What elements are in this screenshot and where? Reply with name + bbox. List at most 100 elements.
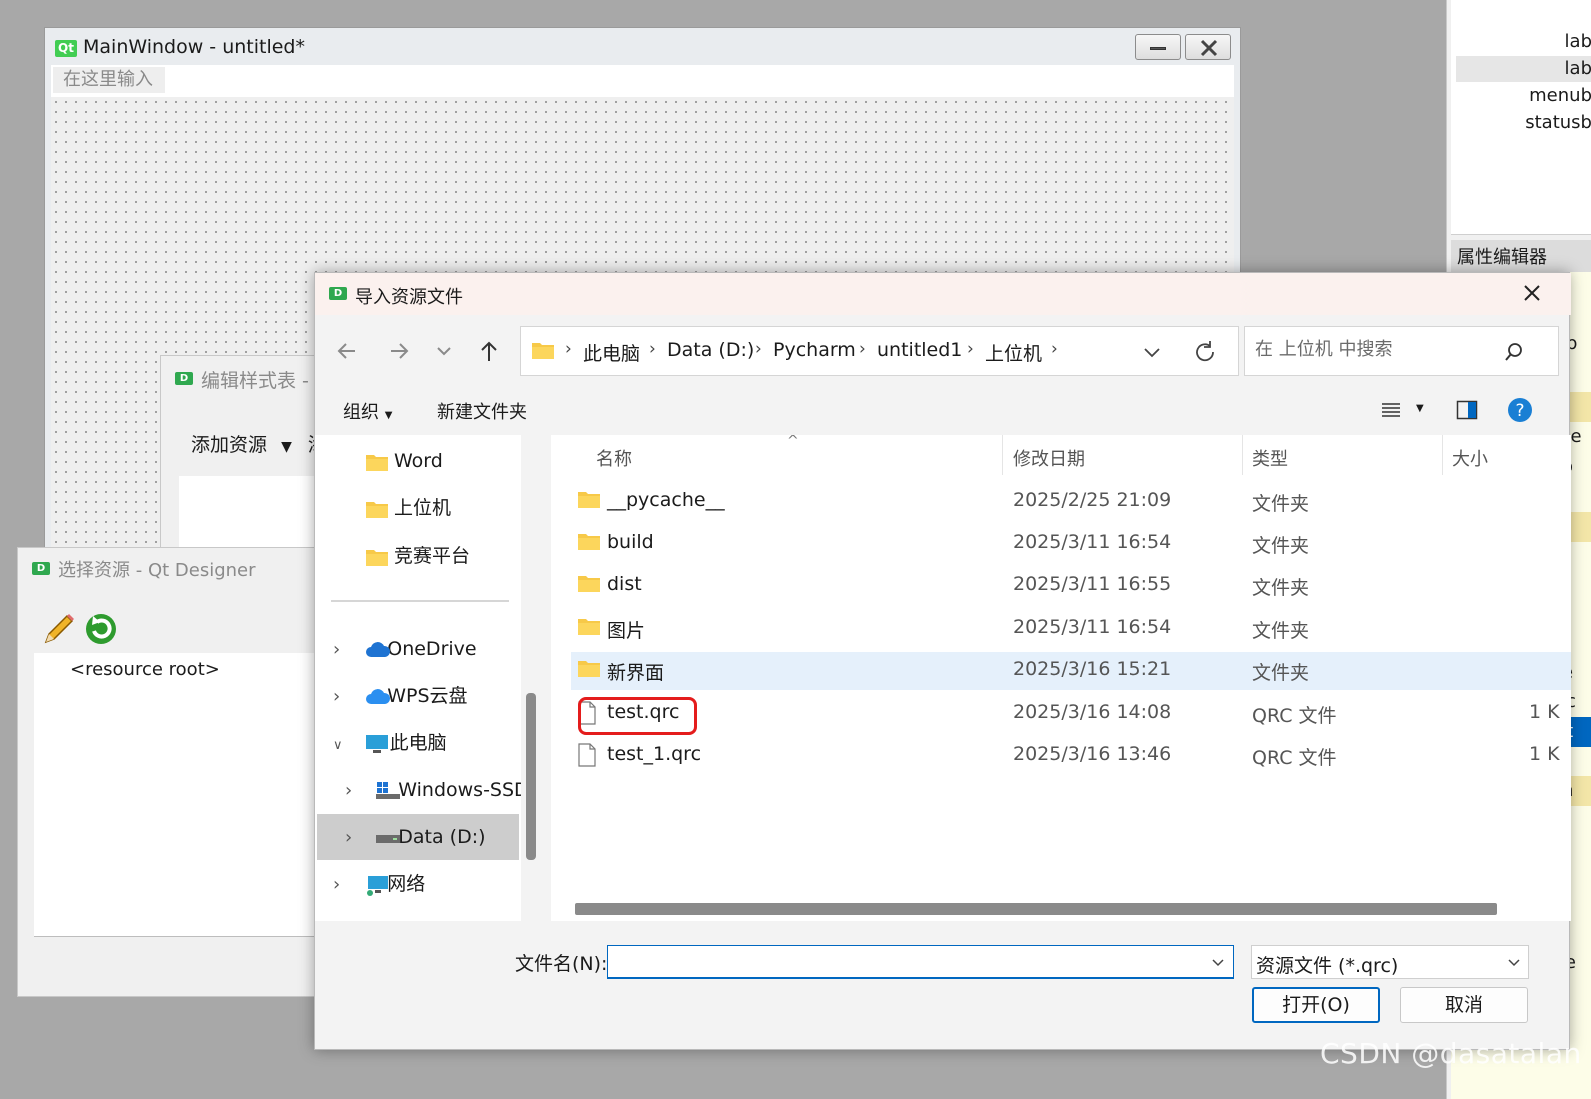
nav-label: Data (D:) [398, 826, 486, 848]
file-modified: 2025/3/11 16:54 [1013, 531, 1172, 553]
object-item[interactable]: lab [1456, 29, 1591, 55]
nav-item-shangweiji[interactable]: 上位机 [365, 485, 451, 531]
object-item[interactable]: menub [1456, 83, 1591, 109]
dropdown-arrow-icon: ▼ [384, 410, 393, 421]
main-window-title: MainWindow - untitled* [83, 36, 305, 58]
collapse-chevron-icon[interactable]: ∨ [333, 738, 343, 753]
column-divider[interactable] [1242, 435, 1243, 475]
back-button[interactable] [331, 335, 363, 367]
file-modified: 2025/3/11 16:55 [1013, 573, 1172, 595]
file-type-value: 资源文件 (*.qrc) [1256, 955, 1399, 977]
address-bar[interactable]: › 此电脑 › Data (D:) › Pycharm › untitled1 … [520, 326, 1239, 376]
preview-pane-icon[interactable] [1456, 399, 1478, 421]
column-divider[interactable] [1442, 435, 1443, 475]
breadcrumb-item[interactable]: Data (D:) [667, 339, 754, 361]
column-divider[interactable] [1002, 435, 1003, 475]
column-header-modified[interactable]: 修改日期 [1013, 445, 1085, 471]
file-type-select[interactable]: 资源文件 (*.qrc) [1251, 945, 1529, 979]
chevron-down-icon[interactable] [1141, 342, 1163, 362]
file-row[interactable]: test_1.qrc 2025/3/16 13:46 QRC 文件 1 K [571, 737, 1571, 775]
file-row[interactable]: build 2025/3/11 16:54 文件夹 [571, 525, 1571, 563]
filename-combobox [607, 945, 1234, 979]
file-type: QRC 文件 [1252, 747, 1337, 769]
file-name: 新界面 [607, 662, 665, 684]
open-button[interactable]: 打开(O) [1252, 987, 1380, 1023]
file-row[interactable]: 图片 2025/3/11 16:54 文件夹 [571, 610, 1571, 648]
add-resource-button[interactable]: 添加资源 [191, 434, 267, 456]
file-name: test_1.qrc [607, 743, 702, 765]
file-row[interactable]: dist 2025/3/11 16:55 文件夹 [571, 567, 1571, 605]
nav-item-windows-ssd[interactable]: › Windows-SSD [345, 767, 521, 813]
expand-chevron-icon[interactable]: › [333, 686, 340, 707]
up-button[interactable] [473, 335, 505, 367]
designer-logo-icon: D [329, 287, 347, 300]
dialog-close-button[interactable] [1517, 281, 1547, 307]
horizontal-scrollbar[interactable] [575, 903, 1497, 915]
nav-item-onedrive[interactable]: › OneDrive [333, 626, 477, 672]
drive-icon [376, 835, 400, 843]
nav-item-wps[interactable]: › WPS云盘 [333, 673, 468, 719]
folder-icon [366, 502, 388, 518]
chevron-down-icon [437, 347, 451, 356]
refresh-icon[interactable] [1193, 340, 1217, 364]
file-icon [578, 743, 596, 767]
qt-logo-icon: Qt [55, 40, 77, 57]
nav-scrollbar[interactable] [526, 693, 536, 860]
help-icon[interactable]: ? [1507, 397, 1533, 423]
recent-locations-button[interactable] [428, 335, 460, 367]
edit-resources-button[interactable] [40, 612, 76, 648]
resource-root-item[interactable]: <resource root> [70, 659, 220, 680]
breadcrumb-item[interactable]: Pycharm [773, 339, 856, 361]
breadcrumb-item[interactable]: untitled1 [877, 339, 962, 361]
expand-chevron-icon[interactable]: › [333, 639, 340, 660]
column-header-type[interactable]: 类型 [1252, 445, 1288, 471]
file-type: 文件夹 [1252, 493, 1310, 515]
close-icon [1524, 285, 1540, 301]
file-modified: 2025/3/11 16:54 [1013, 616, 1172, 638]
breadcrumb-item[interactable]: 上位机 [985, 339, 1042, 366]
dialog-title: 导入资源文件 [355, 287, 463, 308]
file-row[interactable]: test.qrc 2025/3/16 14:08 QRC 文件 1 K [571, 695, 1571, 733]
chevron-down-icon[interactable] [1210, 956, 1226, 970]
new-folder-button[interactable]: 新建文件夹 [437, 398, 527, 424]
view-list-icon[interactable] [1380, 400, 1402, 420]
breadcrumb-separator-icon: › [1051, 339, 1058, 359]
dropdown-arrow-icon[interactable]: ▼ [281, 439, 292, 455]
nav-item-network[interactable]: › 网络 [333, 861, 425, 907]
expand-chevron-icon[interactable]: › [345, 827, 352, 848]
column-header-name[interactable]: 名称 [596, 445, 632, 471]
folder-icon [578, 492, 600, 508]
nav-label: 竞赛平台 [394, 545, 471, 567]
file-modified: 2025/2/25 21:09 [1013, 489, 1172, 511]
menu-placeholder[interactable]: 在这里输入 [53, 67, 165, 93]
cancel-button[interactable]: 取消 [1400, 987, 1528, 1023]
nav-label: OneDrive [387, 638, 477, 660]
cloud-icon [366, 689, 391, 704]
close-button[interactable] [1185, 34, 1231, 60]
dialog-titlebar: D 导入资源文件 [315, 273, 1571, 315]
minimize-button[interactable] [1135, 34, 1181, 60]
nav-item-this-pc[interactable]: ∨ 此电脑 [333, 720, 447, 766]
filename-input[interactable] [612, 950, 1202, 974]
file-row[interactable]: __pycache__ 2025/2/25 21:09 文件夹 [571, 483, 1571, 521]
reload-button[interactable] [84, 612, 118, 646]
expand-chevron-icon[interactable]: › [333, 874, 340, 895]
object-item[interactable]: lab [1456, 56, 1591, 82]
expand-chevron-icon[interactable]: › [345, 780, 352, 801]
breadcrumb-item[interactable]: 此电脑 [583, 339, 640, 366]
nav-item-word[interactable]: Word [365, 438, 443, 484]
file-row-selected[interactable]: 新界面 2025/3/16 15:21 文件夹 [571, 652, 1571, 690]
organize-menu[interactable]: 组织 ▼ [343, 398, 392, 424]
resource-dialog-title: 选择资源 - Qt Designer [58, 560, 256, 581]
nav-item-jingsai[interactable]: 竞赛平台 [365, 533, 470, 579]
object-item[interactable]: statusb [1456, 110, 1591, 136]
search-input[interactable] [1255, 339, 1505, 360]
column-header-size[interactable]: 大小 [1452, 445, 1488, 471]
search-icon[interactable] [1503, 341, 1525, 363]
forward-button[interactable] [383, 335, 415, 367]
view-options-arrow-icon[interactable]: ▼ [1416, 403, 1424, 414]
nav-item-data-d[interactable]: › Data (D:) [345, 814, 486, 860]
folder-icon [578, 534, 600, 550]
arrow-up-icon [481, 341, 497, 361]
breadcrumb-separator-icon: › [649, 339, 656, 359]
